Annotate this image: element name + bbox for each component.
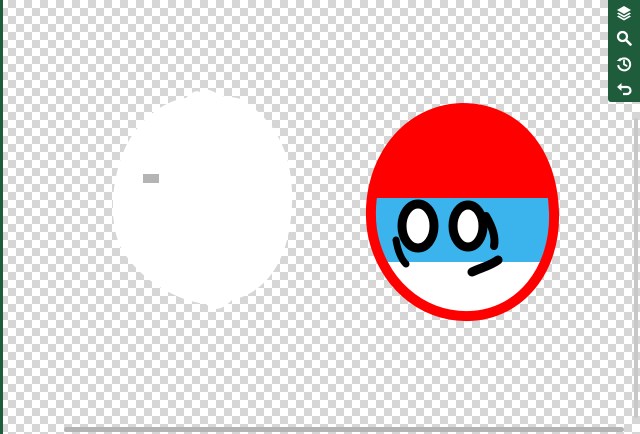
layers-icon [616,5,632,21]
horizontal-scrollbar[interactable] [64,427,624,432]
search-icon [616,30,632,47]
drawing-layer [112,89,560,322]
gray-mark [143,174,159,183]
left-eye [397,199,439,253]
undo-icon [616,81,632,97]
canvas-toolbar [608,0,640,102]
zoom-button[interactable] [608,26,640,52]
white-blob-shape [112,89,293,309]
layers-button[interactable] [608,0,640,26]
history-icon [616,56,632,72]
vertical-scrollbar[interactable] [634,118,638,418]
undo-button[interactable] [608,77,640,103]
right-eye [448,200,488,252]
countryball [365,102,560,322]
history-button[interactable] [608,51,640,77]
